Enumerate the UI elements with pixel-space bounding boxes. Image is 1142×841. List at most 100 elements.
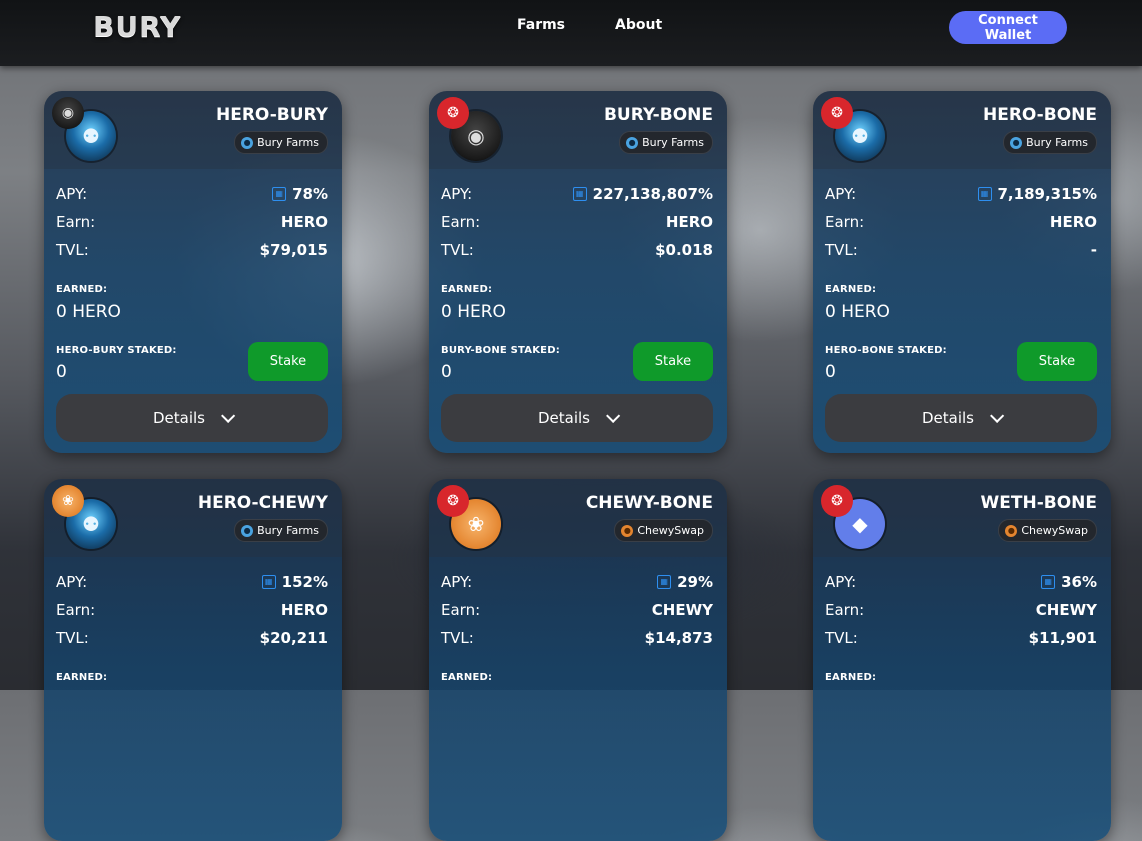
bone-token-icon: ❂ <box>821 97 853 129</box>
earn-label: Earn: <box>825 213 865 231</box>
apy-value-wrap: ▦ 29% <box>657 573 713 591</box>
earned-label: EARNED: <box>441 672 493 683</box>
apy-value: 227,138,807% <box>592 185 713 203</box>
apy-label: APY: <box>825 185 857 203</box>
details-button[interactable]: Details <box>56 394 328 442</box>
earned-label: EARNED: <box>56 284 108 295</box>
earned-value: 0 HERO <box>441 302 506 322</box>
token-pair-icons: ⚉ ◉ <box>52 97 120 165</box>
farm-card: ⚉ ❀ HERO-CHEWY ● Bury Farms APY: ▦ 152% … <box>44 479 342 841</box>
earn-row: Earn: CHEWY <box>441 600 713 620</box>
source-label: ChewySwap <box>1021 524 1088 537</box>
earn-row: Earn: HERO <box>56 212 328 232</box>
nav-farms[interactable]: Farms <box>517 17 565 33</box>
tvl-label: TVL: <box>825 241 858 259</box>
farm-card: ◆ ❂ WETH-BONE ● ChewySwap APY: ▦ 36% Ear… <box>813 479 1111 841</box>
calculator-icon[interactable]: ▦ <box>272 187 287 201</box>
earned-value: 0 HERO <box>825 302 890 322</box>
chewyswap-icon: ● <box>1005 524 1018 537</box>
bone-token-icon: ❂ <box>821 485 853 517</box>
token-pair-icons: ◉ ❂ <box>437 97 505 165</box>
apy-label: APY: <box>441 573 473 591</box>
chevron-down-icon <box>990 408 1005 423</box>
calculator-icon[interactable]: ▦ <box>977 187 992 201</box>
source-badge: ● ChewySwap <box>998 519 1097 542</box>
earn-label: Earn: <box>56 601 96 619</box>
apy-row: APY: ▦ 29% <box>441 572 713 592</box>
bone-token-icon: ❂ <box>437 97 469 129</box>
apy-value: 7,189,315% <box>997 185 1098 203</box>
tvl-label: TVL: <box>56 241 89 259</box>
apy-value-wrap: ▦ 152% <box>261 573 328 591</box>
earned-label: EARNED: <box>825 284 877 295</box>
apy-value: 78% <box>292 185 328 203</box>
calculator-icon[interactable]: ▦ <box>1041 575 1056 589</box>
apy-value-wrap: ▦ 7,189,315% <box>977 185 1098 203</box>
tvl-row: TVL: $11,901 <box>825 628 1097 648</box>
tvl-value: $14,873 <box>644 629 713 647</box>
source-label: Bury Farms <box>257 136 319 149</box>
calculator-icon[interactable]: ▦ <box>261 575 276 589</box>
calculator-icon[interactable]: ▦ <box>657 575 672 589</box>
tvl-label: TVL: <box>825 629 858 647</box>
pair-name: HERO-BONE <box>982 105 1097 125</box>
earn-label: Earn: <box>56 213 96 231</box>
farm-card: ◉ ❂ BURY-BONE ● Bury Farms APY: ▦ 227,13… <box>429 91 727 453</box>
apy-row: APY: ▦ 227,138,807% <box>441 184 713 204</box>
nav-about[interactable]: About <box>615 17 662 33</box>
tvl-row: TVL: $20,211 <box>56 628 328 648</box>
tvl-value: $0.018 <box>655 241 713 259</box>
earn-value: HERO <box>665 213 713 231</box>
details-label: Details <box>152 409 205 427</box>
stake-button[interactable]: Stake <box>633 342 713 381</box>
stake-button[interactable]: Stake <box>1017 342 1097 381</box>
pair-name: CHEWY-BONE <box>585 493 713 513</box>
earned-label: EARNED: <box>825 672 877 683</box>
apy-value: 29% <box>677 573 713 591</box>
chevron-down-icon <box>606 408 621 423</box>
source-badge: ● Bury Farms <box>234 519 328 542</box>
tvl-label: TVL: <box>441 629 474 647</box>
apy-value-wrap: ▦ 36% <box>1041 573 1097 591</box>
tvl-value: $11,901 <box>1028 629 1097 647</box>
tvl-row: TVL: - <box>825 240 1097 260</box>
farm-card: ⚉ ❂ HERO-BONE ● Bury Farms APY: ▦ 7,189,… <box>813 91 1111 453</box>
source-label: ChewySwap <box>637 524 704 537</box>
details-label: Details <box>921 409 974 427</box>
earn-row: Earn: CHEWY <box>825 600 1097 620</box>
apy-row: APY: ▦ 152% <box>56 572 328 592</box>
staked-value: 0 <box>441 362 452 382</box>
staked-label: HERO-BURY STAKED: <box>56 345 177 356</box>
tvl-value: $79,015 <box>259 241 328 259</box>
earn-value: CHEWY <box>651 601 713 619</box>
apy-row: APY: ▦ 36% <box>825 572 1097 592</box>
staked-label: BURY-BONE STAKED: <box>441 345 560 356</box>
tvl-row: TVL: $79,015 <box>56 240 328 260</box>
connect-wallet-button[interactable]: Connect Wallet <box>949 11 1067 44</box>
apy-row: APY: ▦ 78% <box>56 184 328 204</box>
earned-label: EARNED: <box>441 284 493 295</box>
token-pair-icons: ❀ ❂ <box>437 485 505 553</box>
bone-token-icon: ❂ <box>437 485 469 517</box>
source-label: Bury Farms <box>1026 136 1088 149</box>
source-badge: ● Bury Farms <box>1003 131 1097 154</box>
source-label: Bury Farms <box>257 524 319 537</box>
calculator-icon[interactable]: ▦ <box>572 187 587 201</box>
apy-row: APY: ▦ 7,189,315% <box>825 184 1097 204</box>
details-button[interactable]: Details <box>441 394 713 442</box>
tvl-row: TVL: $14,873 <box>441 628 713 648</box>
apy-value-wrap: ▦ 227,138,807% <box>572 185 713 203</box>
earn-value: CHEWY <box>1035 601 1097 619</box>
details-button[interactable]: Details <box>825 394 1097 442</box>
earned-value: 0 HERO <box>56 302 121 322</box>
pair-name: HERO-BURY <box>216 105 328 125</box>
apy-label: APY: <box>441 185 473 203</box>
earn-value: HERO <box>280 601 328 619</box>
stake-button[interactable]: Stake <box>248 342 328 381</box>
source-badge: ● Bury Farms <box>619 131 713 154</box>
pair-name: WETH-BONE <box>980 493 1098 513</box>
top-bar: BURY Farms About Connect Wallet <box>0 0 1142 66</box>
token-pair-icons: ⚉ ❀ <box>52 485 120 553</box>
staked-value: 0 <box>56 362 67 382</box>
logo[interactable]: BURY <box>93 10 181 43</box>
